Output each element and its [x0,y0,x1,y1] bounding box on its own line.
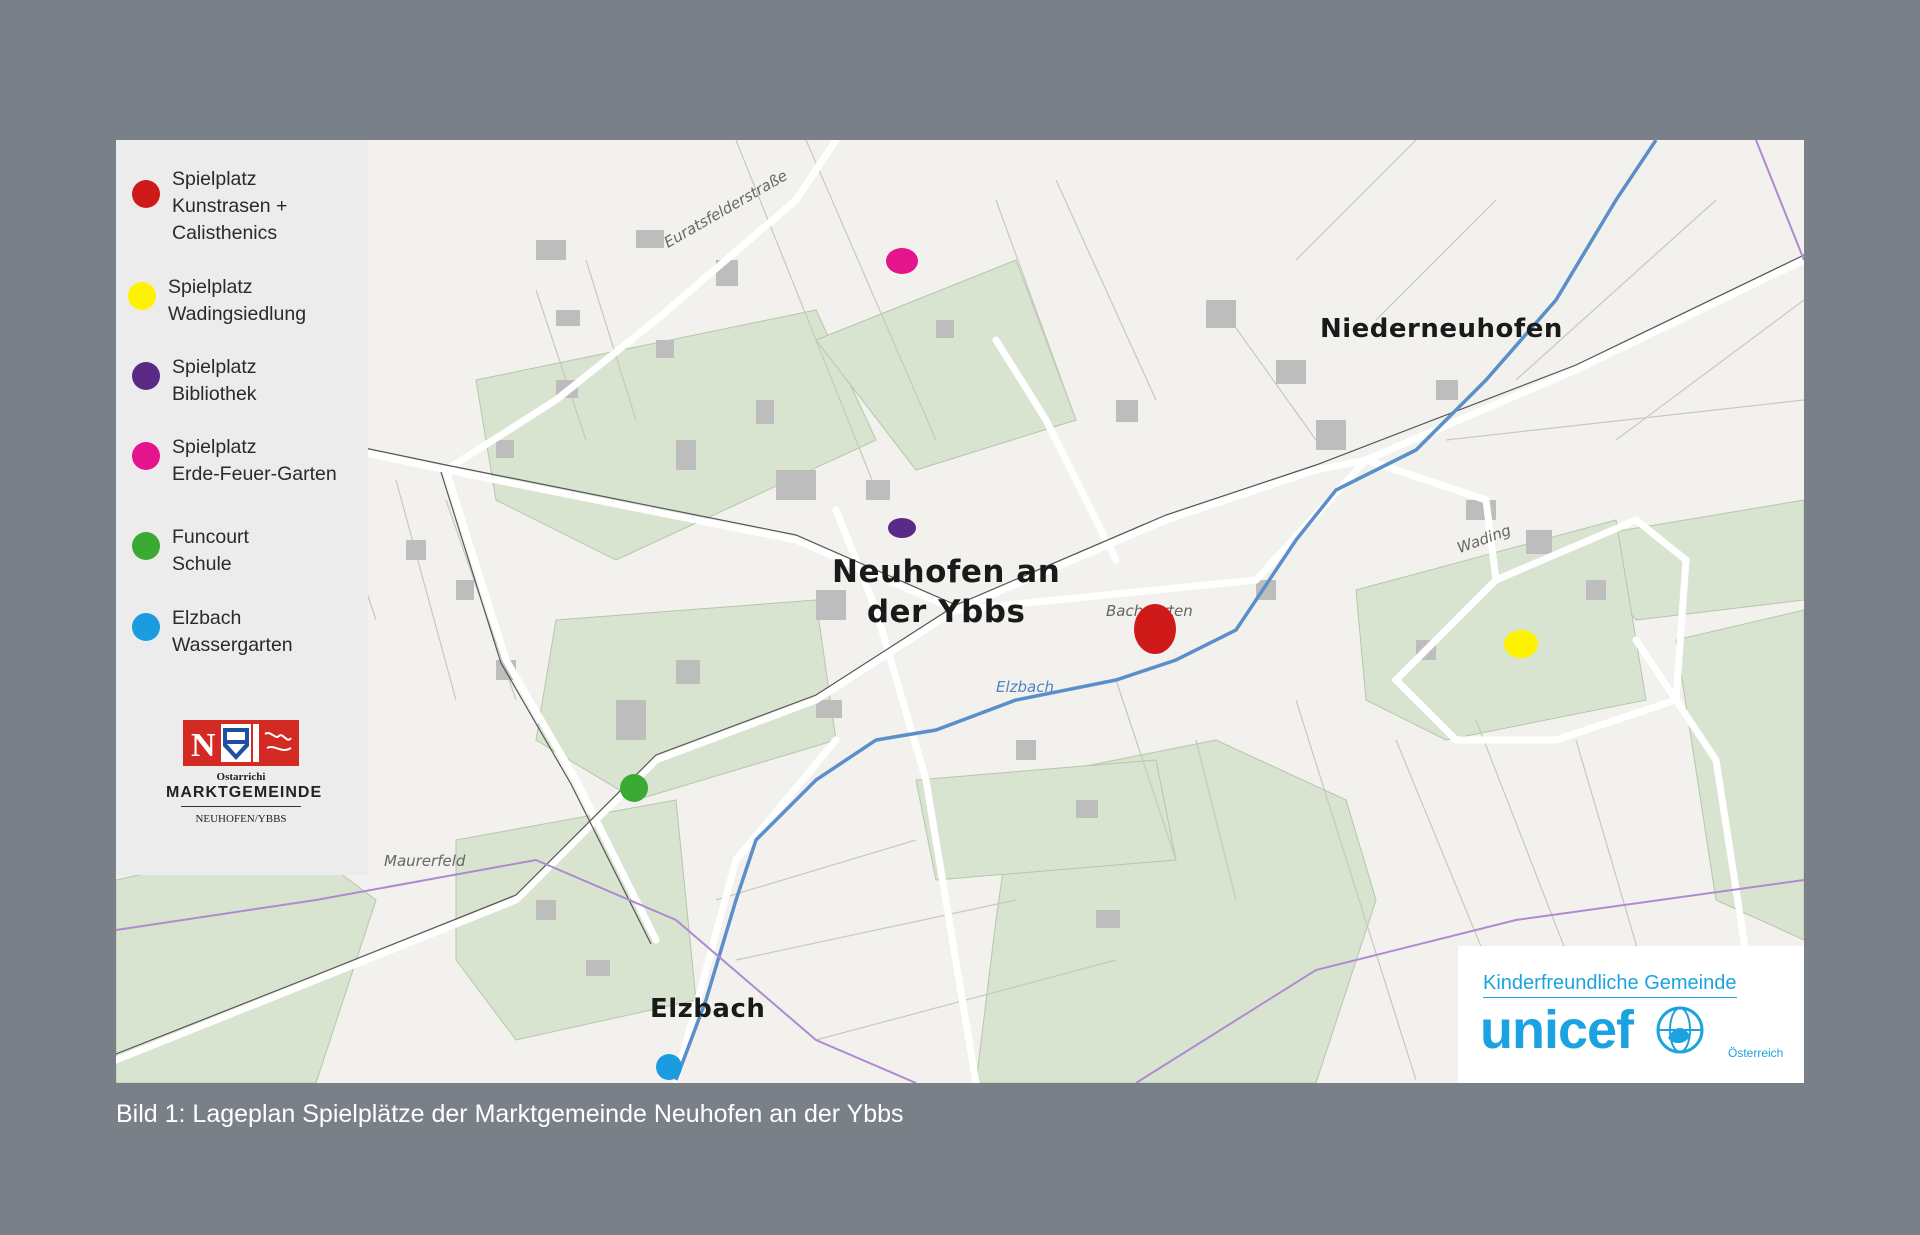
logo-line-ostarrichi: Ostarrichi [216,771,266,783]
blue-dot-icon [132,613,160,641]
unicef-badge: Kinderfreundliche Gemeinde unicef Österr… [1458,946,1804,1083]
place-label-niederneuhofen: Niederneuhofen [1320,314,1563,344]
legend-panel: Spielplatz Kunstrasen + Calisthenics Spi… [116,140,368,875]
coat-of-arms-icon: N [183,720,299,766]
unicef-emblem-icon [1656,1006,1704,1054]
logo-divider [181,806,301,807]
logo-line-neuhofen: NEUHOFEN/YBBS [195,813,287,825]
marktgemeinde-logo: N Ostarrichi MARKTGEMEINDE NEUHOFEN/YBBS [166,720,323,850]
street-label-maurerfeld: Maurerfeld [384,852,466,870]
map-frame: Neuhofen an der Ybbs Niederneuhofen Elzb… [116,140,1804,1083]
legend-label: Funcourt Schule [172,526,249,575]
legend-label: Spielplatz Kunstrasen + Calisthenics [172,168,288,244]
legend-label: Spielplatz Erde-Feuer-Garten [172,436,337,485]
red-dot-icon [132,180,160,208]
marker-elzbach-wassergarten[interactable] [656,1054,682,1080]
logo-line-marktgemeinde: MARKTGEMEINDE [166,784,323,801]
marker-kunstrasen[interactable] [1134,604,1176,654]
place-label-neuhofen: Neuhofen an der Ybbs [832,554,1061,630]
legend-label: Spielplatz Bibliothek [172,356,257,405]
unicef-heading: Kinderfreundliche Gemeinde [1483,972,1737,998]
purple-dot-icon [132,362,160,390]
place-label-elzbach: Elzbach [650,994,766,1024]
svg-text:N: N [191,727,216,764]
street-label-elzbach-river: Elzbach [996,678,1054,696]
marker-erde-feuer-garten[interactable] [886,248,918,274]
legend-label: Elzbach Wassergarten [172,607,293,656]
marker-bibliothek[interactable] [888,518,916,538]
figure-caption: Bild 1: Lageplan Spielplätze der Marktge… [116,1100,904,1128]
green-dot-icon [132,532,160,560]
unicef-country: Österreich [1728,1046,1784,1060]
unicef-wordmark: unicef [1480,1000,1634,1060]
legend-label: Spielplatz Wadingsiedlung [168,276,307,325]
magenta-dot-icon [132,442,160,470]
yellow-dot-icon [128,282,156,310]
marker-wadingsiedlung[interactable] [1504,630,1538,658]
marker-funcourt-schule[interactable] [620,774,648,802]
